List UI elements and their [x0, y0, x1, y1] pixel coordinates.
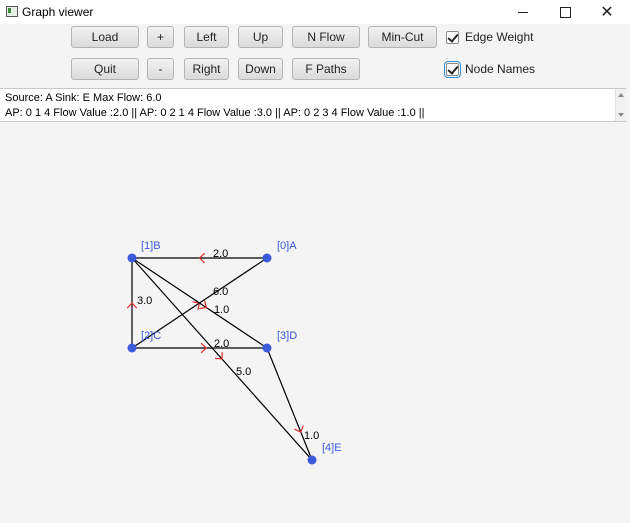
network-flow-button[interactable]: N Flow	[292, 26, 360, 48]
node-label: [2]C	[141, 330, 161, 342]
pan-right-button[interactable]: Right	[184, 58, 229, 80]
edge-weight-check-box[interactable]	[446, 30, 459, 44]
graph-node-b[interactable]	[127, 253, 137, 263]
scroll-down-icon[interactable]	[618, 113, 624, 117]
edge-weight-label: Edge Weight	[465, 30, 534, 44]
pan-down-button[interactable]: Down	[238, 58, 283, 80]
result-line-1: Source: A Sink: E Max Flow: 6.0	[5, 92, 162, 104]
edge-weight-label: 1.0	[304, 430, 319, 442]
node-label: [0]A	[277, 240, 297, 252]
edge-weight-label: 5.0	[236, 366, 251, 378]
edge-weight-label: 3.0	[137, 295, 152, 307]
window-title: Graph viewer	[22, 5, 94, 19]
graph-canvas[interactable]: 2.0 3.0 6.0 1.0 2.0 5.0 1.0 [0]A [1]B [2]C [3]D [4…	[0, 123, 630, 520]
minimize-icon	[518, 11, 528, 13]
close-button[interactable]: ✕	[584, 0, 630, 24]
close-icon: ✕	[600, 2, 614, 21]
flow-paths-button[interactable]: F Paths	[292, 58, 360, 80]
pan-up-button[interactable]: Up	[238, 26, 283, 48]
quit-button[interactable]: Quit	[71, 58, 139, 80]
maximize-icon	[559, 6, 571, 18]
graph-node-c[interactable]	[127, 343, 137, 353]
app-icon	[6, 6, 18, 17]
graph-svg[interactable]: 2.0 3.0 6.0 1.0 2.0 5.0 1.0 [0]A [1]B [2]C [3]D [4…	[0, 123, 630, 520]
scroll-up-icon[interactable]	[618, 93, 624, 97]
node-names-checkbox[interactable]: Node Names	[444, 60, 536, 78]
node-label: [3]D	[277, 330, 297, 342]
result-text-area[interactable]: Source: A Sink: E Max Flow: 6.0 AP: 0 1 …	[0, 88, 626, 122]
graph-node-a[interactable]	[262, 253, 272, 263]
edge-weight-label: 1.0	[214, 304, 229, 316]
graph-node-d[interactable]	[262, 343, 272, 353]
graph-node-e[interactable]	[307, 455, 317, 465]
minimize-button[interactable]	[500, 0, 546, 24]
edge-weight-checkbox[interactable]: Edge Weight	[446, 30, 534, 44]
vertical-scrollbar[interactable]	[615, 89, 626, 121]
edge-weight-label: 6.0	[213, 286, 228, 298]
edge-d-e	[266, 347, 313, 461]
zoom-in-button[interactable]: +	[147, 26, 174, 48]
edge-weight-label: 2.0	[213, 248, 228, 260]
title-bar: Graph viewer ✕	[0, 0, 630, 24]
zoom-out-button[interactable]: -	[147, 58, 174, 80]
load-button[interactable]: Load	[71, 26, 139, 48]
min-cut-button[interactable]: Min-Cut	[368, 26, 437, 48]
node-label: [1]B	[141, 240, 161, 252]
node-label: [4]E	[322, 442, 342, 454]
edge-weight-label: 2.0	[214, 338, 229, 350]
node-names-check-box[interactable]	[444, 60, 461, 78]
result-line-2: AP: 0 1 4 Flow Value :2.0 || AP: 0 2 1 4…	[5, 107, 425, 119]
node-names-label: Node Names	[465, 62, 536, 76]
pan-left-button[interactable]: Left	[184, 26, 229, 48]
maximize-button[interactable]	[542, 0, 588, 24]
